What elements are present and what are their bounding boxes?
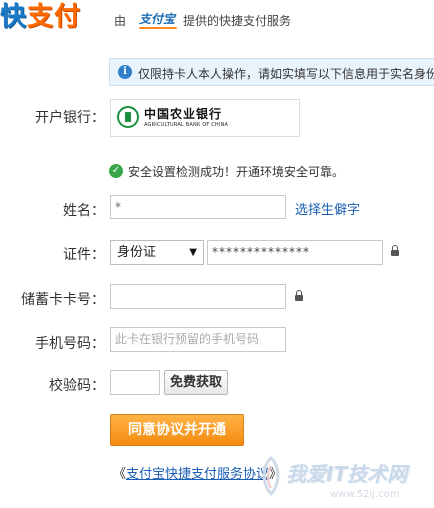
logo-main-text: 支付: [27, 2, 82, 32]
alipay-express-logo: 快支付: [0, 0, 81, 34]
agree-and-activate-button[interactable]: 同意协议并开通: [110, 414, 244, 446]
bank-logo-box: 中国农业银行 AGRICULTURAL BANK OF CHINA: [110, 99, 300, 137]
id-label: 证件：: [63, 247, 105, 263]
phone-input[interactable]: 此卡在银行预留的手机号码: [110, 327, 286, 352]
watermark-logo-icon: [262, 456, 280, 496]
card-number-input[interactable]: [110, 284, 286, 309]
abc-emblem-icon: [117, 106, 139, 128]
notice-bar: i 仅限持卡人本人操作，请如实填写以下信息用于实名身份: [109, 58, 434, 86]
bank-label: 开户银行：: [35, 110, 105, 126]
name-label: 姓名：: [63, 203, 105, 219]
notice-text: 仅限持卡人本人操作，请如实填写以下信息用于实名身份: [138, 67, 434, 81]
dropdown-arrow-icon: ▼: [189, 247, 197, 258]
watermark-url: www.52ij.com: [330, 489, 400, 500]
bank-name-en: AGRICULTURAL BANK OF CHINA: [144, 122, 229, 128]
id-type-select[interactable]: 身份证 ▼: [110, 240, 204, 265]
service-agreement-link[interactable]: 支付宝快捷支付服务协议: [126, 467, 269, 482]
security-check-text: 安全设置检测成功！开通环境安全可靠。: [128, 165, 345, 179]
name-input[interactable]: *: [110, 195, 286, 219]
by-text: 由: [114, 14, 127, 28]
lock-icon: [295, 290, 303, 301]
agreement-line: 《支付宝快捷支付服务协议》: [113, 463, 282, 482]
id-type-value: 身份证: [117, 245, 157, 260]
watermark-text: 我爱IT技术网: [286, 462, 408, 486]
phone-label: 手机号码：: [35, 336, 105, 352]
card-number-label: 储蓄卡卡号：: [21, 292, 105, 308]
alipay-brand-logo: 支付宝: [135, 11, 179, 29]
agreement-prefix: 《: [113, 467, 127, 482]
check-icon: ✓: [109, 164, 123, 178]
info-icon: i: [118, 65, 132, 79]
provided-service-text: 提供的快捷支付服务: [183, 14, 292, 28]
bank-name-cn: 中国农业银行: [144, 107, 223, 121]
rare-character-link[interactable]: 选择生僻字: [295, 199, 360, 218]
verification-code-input[interactable]: [110, 370, 160, 395]
code-label: 校验码：: [49, 378, 105, 394]
get-code-button[interactable]: 免费获取: [164, 370, 228, 395]
logo-cut-text: 快: [0, 2, 28, 32]
lock-icon: [391, 245, 399, 256]
id-number-input[interactable]: **************: [207, 240, 383, 265]
